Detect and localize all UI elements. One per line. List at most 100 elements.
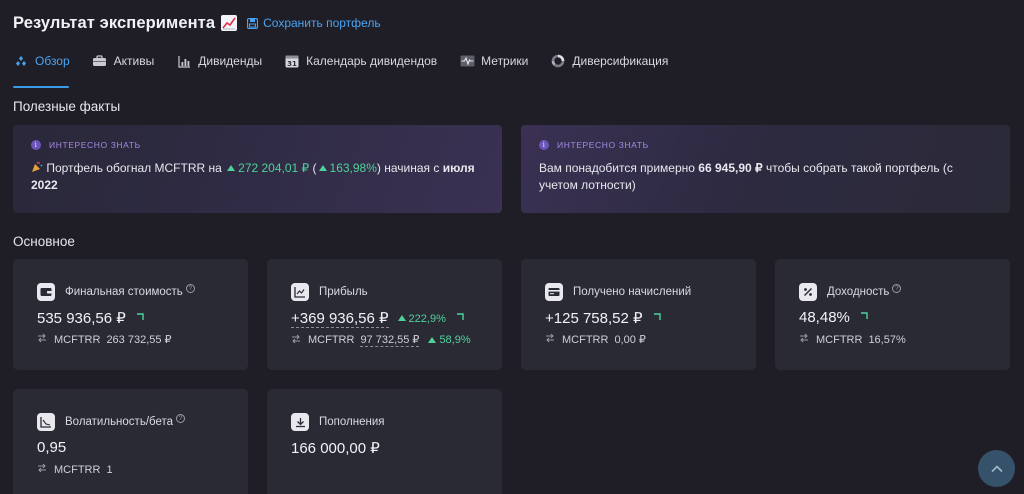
percent-icon bbox=[799, 283, 817, 301]
info-icon: i bbox=[539, 140, 549, 150]
payouts-value: +125 758,52 ₽ bbox=[545, 310, 643, 327]
benchmark-row: MCFTRR 0,00 ₽ bbox=[545, 333, 646, 346]
trend-up-icon bbox=[136, 312, 144, 324]
benchmark-value: 263 732,55 ₽ bbox=[106, 334, 172, 346]
save-portfolio-button[interactable]: Сохранить портфель bbox=[247, 16, 381, 30]
bar-chart-icon bbox=[176, 54, 192, 68]
card-header: Финальная стоимость ? bbox=[37, 283, 195, 301]
card-label: Волатильность/бета bbox=[65, 416, 174, 428]
profit-value[interactable]: +369 936,56 ₽ bbox=[291, 309, 389, 328]
line-chart-icon bbox=[291, 283, 309, 301]
pulse-icon bbox=[459, 54, 475, 68]
card-profit: Прибыль +369 936,56 ₽ 222,9% MCFTRR 97 7… bbox=[267, 259, 502, 370]
trend-up-icon bbox=[653, 312, 661, 324]
download-icon bbox=[291, 413, 309, 431]
up-triangle-icon bbox=[428, 336, 437, 343]
required-amount: 66 945,90 ₽ bbox=[698, 161, 763, 175]
card-final-value: Финальная стоимость ? 535 936,56 ₽ MCFTR… bbox=[13, 259, 248, 370]
briefcase-icon bbox=[92, 54, 108, 68]
tab-overview[interactable]: Обзор bbox=[13, 50, 70, 72]
tab-metrics-label: Метрики bbox=[481, 54, 529, 68]
tab-diversification[interactable]: Диверсификация bbox=[550, 50, 668, 72]
help-icon[interactable]: ? bbox=[176, 413, 186, 423]
chart-axes-icon bbox=[37, 413, 55, 431]
info-icon: i bbox=[31, 140, 41, 150]
tab-diversification-label: Диверсификация bbox=[572, 54, 669, 68]
page-title: Результат эксперимента bbox=[13, 13, 216, 32]
card-header: Прибыль bbox=[291, 283, 368, 301]
fact-badge-label: ИНТЕРЕСНО ЗНАТЬ bbox=[49, 140, 141, 150]
tab-dividends[interactable]: Дивиденды bbox=[176, 50, 262, 72]
active-tab-indicator bbox=[13, 86, 69, 88]
card-value-row: 0,95 bbox=[37, 439, 66, 456]
fact-text-part: ( bbox=[309, 161, 317, 175]
help-icon[interactable]: ? bbox=[892, 283, 902, 293]
fact-card-cost: i ИНТЕРЕСНО ЗНАТЬ Вам понадобится пример… bbox=[521, 125, 1010, 213]
up-triangle-icon bbox=[397, 315, 406, 321]
page-header: Результат эксперимента Сохранить портфел… bbox=[13, 12, 381, 34]
fact-text-part: ) начиная с bbox=[376, 161, 443, 175]
up-triangle-icon bbox=[318, 165, 327, 172]
save-icon bbox=[247, 17, 259, 29]
fact-text: Вам понадобится примерно 66 945,90 ₽ что… bbox=[539, 160, 992, 194]
benchmark-row: MCFTRR 1 bbox=[37, 463, 113, 476]
save-portfolio-label: Сохранить портфель bbox=[263, 16, 381, 30]
yield-value: 48,48% bbox=[799, 309, 850, 326]
tab-dividend-calendar[interactable]: 31 Календарь дивидендов bbox=[284, 50, 437, 72]
donut-icon bbox=[550, 54, 566, 68]
fact-badge: i ИНТЕРЕСНО ЗНАТЬ bbox=[539, 140, 992, 150]
benchmark-value: 16,57% bbox=[868, 333, 906, 346]
card-received-payouts: Получено начислений +125 758,52 ₽ MCFTRR… bbox=[521, 259, 756, 370]
benchmark-row: MCFTRR 16,57% bbox=[799, 333, 906, 346]
card-label: Прибыль bbox=[319, 286, 368, 298]
outperformance-amount: 272 204,01 ₽ bbox=[238, 161, 310, 175]
compare-arrows-icon bbox=[37, 333, 47, 346]
scroll-to-top-button[interactable] bbox=[978, 450, 1015, 487]
benchmark-row: MCFTRR 97 732,55 ₽ 58,9% bbox=[291, 333, 471, 347]
card-label: Пополнения bbox=[319, 416, 385, 428]
useful-facts-title: Полезные факты bbox=[13, 99, 121, 114]
tab-overview-label: Обзор bbox=[35, 54, 70, 68]
tab-dividend-calendar-label: Календарь дивидендов bbox=[306, 54, 438, 68]
card-value-row: 166 000,00 ₽ bbox=[291, 439, 380, 457]
card-header: Получено начислений bbox=[545, 283, 691, 301]
fact-card-outperformance: i ИНТЕРЕСНО ЗНАТЬ Портфель обогнал MCFTR… bbox=[13, 125, 502, 213]
trend-up-icon bbox=[456, 313, 464, 324]
outperformance-percent: 163,98% bbox=[329, 161, 377, 175]
final-value: 535 936,56 ₽ bbox=[37, 310, 126, 327]
benchmark-change-percent: 58,9% bbox=[439, 334, 471, 346]
wallet-icon bbox=[37, 283, 55, 301]
profit-change-percent: 222,9% bbox=[408, 312, 446, 325]
card-value-row: +369 936,56 ₽ 222,9% bbox=[291, 309, 464, 328]
benchmark-name: MCFTRR bbox=[54, 333, 101, 346]
tab-metrics[interactable]: Метрики bbox=[459, 50, 528, 72]
compare-arrows-icon bbox=[37, 463, 47, 476]
fact-badge: i ИНТЕРЕСНО ЗНАТЬ bbox=[31, 140, 484, 150]
help-icon[interactable]: ? bbox=[185, 283, 195, 293]
benchmark-row: MCFTRR 263 732,55 ₽ bbox=[37, 333, 172, 346]
fact-text: Портфель обогнал MCFTRR на 272 204,01 ₽ … bbox=[31, 160, 484, 194]
benchmark-value[interactable]: 97 732,55 ₽ bbox=[360, 333, 420, 347]
chevron-up-icon bbox=[990, 465, 1003, 473]
calendar-icon-day: 31 bbox=[287, 60, 297, 68]
tab-assets-label: Активы bbox=[113, 54, 155, 68]
calendar-icon: 31 bbox=[284, 54, 300, 68]
compare-arrows-icon bbox=[545, 333, 555, 346]
fact-badge-label: ИНТЕРЕСНО ЗНАТЬ bbox=[557, 140, 649, 150]
tab-assets[interactable]: Активы bbox=[92, 50, 155, 72]
party-popper-icon bbox=[31, 161, 46, 175]
card-value-row: 48,48% bbox=[799, 309, 868, 326]
card-label: Финальная стоимость bbox=[65, 286, 183, 298]
card-volatility-beta: Волатильность/бета ? 0,95 MCFTRR 1 bbox=[13, 389, 248, 494]
benchmark-value: 0,00 ₽ bbox=[614, 334, 646, 346]
benchmark-name: MCFTRR bbox=[816, 333, 863, 346]
fact-text-part: Вам понадобится примерно bbox=[539, 161, 699, 175]
profit-change: 222,9% bbox=[396, 313, 446, 325]
up-triangle-icon bbox=[227, 165, 236, 172]
compare-arrows-icon bbox=[291, 334, 301, 347]
trend-up-icon bbox=[860, 312, 868, 323]
deposits-value: 166 000,00 ₽ bbox=[291, 440, 380, 457]
benchmark-name: MCFTRR bbox=[308, 334, 355, 346]
benchmark-change: 58,9% bbox=[426, 334, 471, 346]
card-header: Волатильность/бета ? bbox=[37, 413, 186, 431]
